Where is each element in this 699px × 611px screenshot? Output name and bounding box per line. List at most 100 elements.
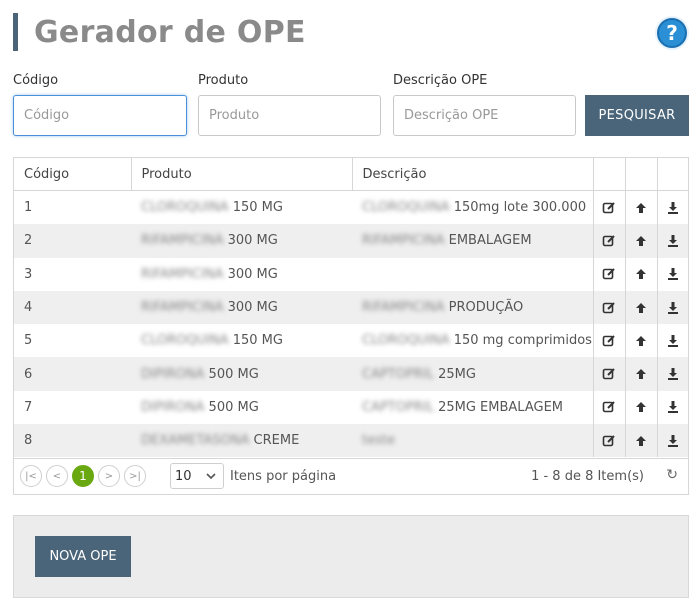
cell-descricao: CAPTOPRIL 25MG EMBALAGEM [362,399,563,415]
produto-input[interactable] [198,95,381,136]
prev-page-button[interactable]: < [46,465,68,487]
redacted-text: DIPIRONA [141,366,205,382]
cell-descricao: CLOROQUINA 150mg lote 300.000 [362,200,587,216]
table-row[interactable]: 7 DIPIRONA 500 MG CAPTOPRIL 25MG EMBALAGEM [14,390,688,425]
page-1-button[interactable]: 1 [72,465,94,487]
edit-icon[interactable] [602,267,616,281]
help-icon: ? [666,21,678,45]
edit-icon[interactable] [602,400,616,414]
ope-grid: Código Produto Descrição 1 CLOROQUINA 150… [13,157,689,495]
cell-download[interactable] [656,190,688,225]
cell-descricao: RIFAMPICINA EMBALAGEM [352,224,593,258]
redacted-text: teste [362,433,395,449]
column-header-descricao[interactable]: Descrição [352,158,594,191]
cell-edit[interactable] [592,390,625,425]
download-icon[interactable] [666,334,680,348]
cell-produto: RIFAMPICINA 300 MG [141,266,278,282]
upload-icon[interactable] [634,367,648,381]
cell-edit[interactable] [592,424,625,458]
table-row[interactable]: 6 DIPIRONA 500 MG CAPTOPRIL 25MG [14,357,688,391]
redacted-text: CAPTOPRIL [362,399,434,415]
cell-upload[interactable] [624,190,657,225]
cell-download[interactable] [656,390,688,425]
cell-edit[interactable] [592,224,625,258]
pager-info: 1 - 8 de 8 Item(s) [531,469,644,484]
cell-upload[interactable] [624,257,657,291]
cell-upload[interactable] [624,224,657,258]
pager: |< < 1 > >| 10 Itens por página 1 - 8 de… [14,458,688,495]
cell-codigo: 3 [24,266,33,282]
download-icon[interactable] [666,201,680,215]
cell-upload[interactable] [624,390,657,425]
download-icon[interactable] [666,267,680,281]
cell-download[interactable] [656,357,688,391]
edit-icon[interactable] [602,434,616,448]
table-row[interactable]: 1 CLOROQUINA 150 MG CLOROQUINA 150mg lote … [14,190,688,225]
edit-icon[interactable] [602,367,616,381]
cell-edit[interactable] [592,190,625,225]
cell-edit[interactable] [592,357,625,391]
help-button[interactable]: ? [657,18,687,48]
column-header-produto[interactable]: Produto [131,158,353,191]
first-page-button[interactable]: |< [20,465,42,487]
column-header-codigo[interactable]: Código [14,158,132,191]
table-row[interactable]: 5 CLOROQUINA 150 MG CLOROQUINA 150 mg comp… [14,324,688,358]
cell-produto: CLOROQUINA 150 MG [141,333,283,349]
table-row[interactable]: 4 RIFAMPICINA 300 MG RIFAMPICINA PRODUÇÃO [14,290,688,325]
table-row[interactable]: 2 RIFAMPICINA 300 MG RIFAMPICINA EMBALAGEM [14,224,688,258]
new-ope-button[interactable]: NOVA OPE [35,536,131,577]
title-accent [13,13,18,51]
refresh-icon[interactable]: ↻ [666,467,678,483]
upload-icon[interactable] [634,400,648,414]
cell-edit[interactable] [592,290,625,325]
upload-icon[interactable] [634,234,648,248]
upload-icon[interactable] [634,267,648,281]
edit-icon[interactable] [602,234,616,248]
codigo-input[interactable] [13,95,187,136]
download-icon[interactable] [666,400,680,414]
page-size-value: 10 [175,468,192,484]
cell-edit[interactable] [592,257,625,291]
cell-edit[interactable] [592,324,625,358]
edit-icon[interactable] [602,201,616,215]
cell-produto: DIPIRONA 500 MG [131,357,352,391]
cell-upload[interactable] [624,424,657,458]
download-icon[interactable] [666,301,680,315]
cell-download[interactable] [656,290,688,325]
page-size-select[interactable]: 10 [170,463,224,489]
cell-upload[interactable] [624,357,657,391]
cell-download[interactable] [656,257,688,291]
upload-icon[interactable] [634,301,648,315]
download-icon[interactable] [666,434,680,448]
last-page-button[interactable]: >| [124,465,146,487]
cell-download[interactable] [656,224,688,258]
download-icon[interactable] [666,367,680,381]
page-title: Gerador de OPE [34,14,306,50]
upload-icon[interactable] [634,201,648,215]
cell-codigo: 5 [24,333,33,349]
table-row[interactable]: 3 RIFAMPICINA 300 MG [14,257,688,291]
redacted-text: CLOROQUINA [141,333,229,349]
download-icon[interactable] [666,234,680,248]
cell-download[interactable] [656,324,688,358]
redacted-text: DEXAMETASONA [141,433,250,449]
edit-icon[interactable] [602,301,616,315]
upload-icon[interactable] [634,334,648,348]
cell-descricao [352,258,593,291]
search-button[interactable]: PESQUISAR [585,95,689,136]
cell-upload[interactable] [624,324,657,358]
table-header-row: Código Produto Descrição [14,158,688,191]
cell-upload[interactable] [624,290,657,325]
upload-icon[interactable] [634,434,648,448]
footer-panel: NOVA OPE [13,515,689,598]
chevron-down-icon [206,473,216,480]
descricao-input[interactable] [393,95,576,136]
cell-codigo: 1 [24,200,33,216]
table-row[interactable]: 8 DEXAMETASONA CREME teste [14,424,688,458]
cell-produto: DIPIRONA 500 MG [141,399,259,415]
edit-icon[interactable] [602,334,616,348]
cell-download[interactable] [656,424,688,458]
next-page-button[interactable]: > [98,465,120,487]
cell-descricao: CLOROQUINA 150 mg comprimidos [362,333,592,349]
column-header-upload [625,158,658,191]
